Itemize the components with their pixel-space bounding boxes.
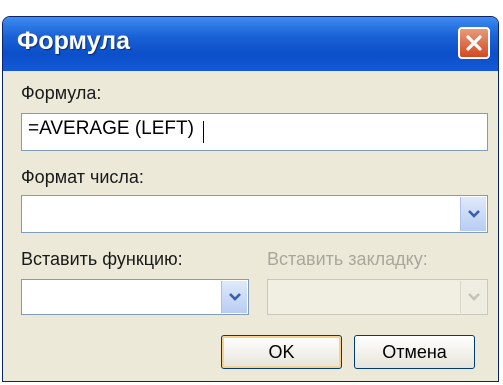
paste-function-select[interactable] bbox=[21, 279, 249, 315]
paste-bookmark-select bbox=[267, 279, 488, 315]
number-format-select[interactable] bbox=[21, 195, 488, 233]
cancel-button[interactable]: Отмена bbox=[354, 335, 475, 369]
formula-value: =AVERAGE (LEFT) bbox=[28, 118, 194, 139]
close-button[interactable] bbox=[458, 27, 490, 59]
formula-label: Формула: bbox=[21, 83, 102, 103]
paste-bookmark-dropdown-button bbox=[460, 281, 486, 313]
formula-input[interactable]: =AVERAGE (LEFT) bbox=[21, 113, 488, 151]
close-icon bbox=[466, 35, 482, 51]
text-cursor bbox=[203, 121, 204, 143]
dialog-title: Формула bbox=[17, 27, 131, 55]
paste-function-dropdown-button[interactable] bbox=[221, 281, 247, 313]
number-format-dropdown-button[interactable] bbox=[460, 197, 486, 231]
chevron-down-icon bbox=[468, 210, 480, 218]
chevron-down-icon bbox=[229, 293, 241, 301]
formula-dialog: Формула Формула: =AVERAGE (LEFT) Формат … bbox=[2, 16, 499, 382]
chevron-down-icon bbox=[468, 293, 480, 301]
paste-bookmark-label: Вставить закладку: bbox=[267, 249, 428, 269]
ok-button[interactable]: OK bbox=[221, 335, 342, 369]
title-bar[interactable]: Формула bbox=[3, 17, 498, 71]
paste-function-label: Вставить функцию: bbox=[21, 249, 183, 269]
number-format-label: Формат числа: bbox=[21, 167, 144, 187]
cropped-background-text bbox=[0, 0, 503, 16]
